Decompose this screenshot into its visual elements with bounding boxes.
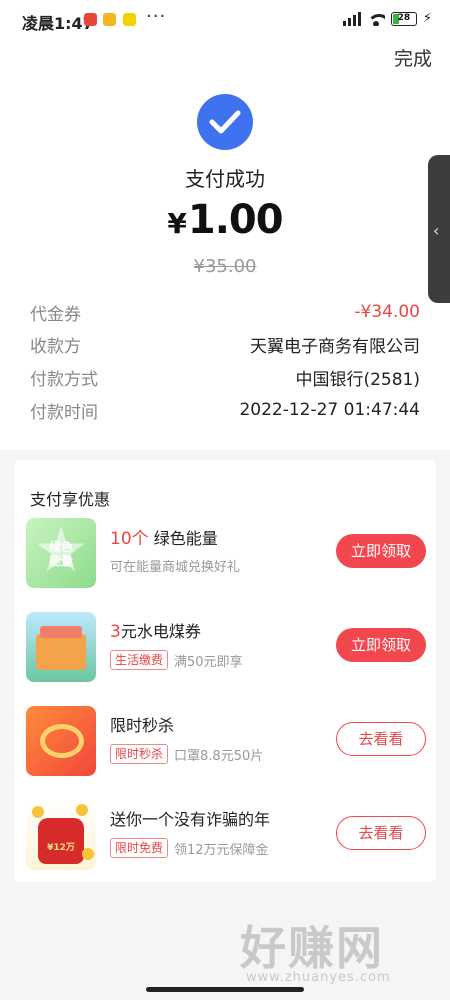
watermark-logo: 好赚网 www.zhuanyes.com: [240, 912, 440, 992]
offer-tag: 生活缴费: [110, 650, 169, 670]
coupon-box-thumbnail: [26, 612, 96, 682]
claim-button[interactable]: 立即领取: [336, 628, 426, 662]
status-bar: 凌晨1:47 ··· 28 ⚡: [0, 0, 450, 42]
offer-subtitle: 生活缴费 满50元即享: [110, 650, 243, 670]
app-notification-icon: [84, 13, 97, 26]
offer-highlight: 10个: [110, 529, 149, 549]
offer-title: 限时秒杀: [110, 712, 174, 736]
watermark-url: www.zhuanyes.com: [246, 970, 391, 985]
detail-value: 2022-12-27 01:47:44: [239, 400, 420, 420]
detail-row-method: 付款方式 中国银行(2581): [30, 364, 420, 390]
offer-title: 送你一个没有诈骗的年: [110, 806, 270, 830]
offer-subtitle: 限时秒杀 口罩8.8元50片: [110, 744, 263, 764]
green-energy-thumbnail: 绿色 能量: [26, 518, 96, 588]
detail-value: -¥34.00: [354, 302, 420, 322]
original-amount: ¥35.00: [193, 256, 257, 277]
offer-title-text: 限时秒杀: [110, 716, 175, 735]
more-notifications-icon: ···: [146, 6, 167, 27]
app-notification-icon: [103, 13, 116, 26]
view-button[interactable]: 去看看: [336, 816, 426, 850]
offer-title: 10个 绿色能量: [110, 524, 218, 549]
offer-highlight: 3: [110, 622, 121, 642]
detail-row-voucher: 代金券 -¥34.00: [30, 299, 420, 325]
detail-value: 中国银行(2581): [295, 369, 420, 390]
detail-label: 代金券: [30, 304, 81, 325]
battery-icon: 28: [390, 11, 417, 26]
success-check-icon: [197, 94, 253, 150]
thumbnail-label: ¥12万: [47, 843, 75, 853]
detail-value: 天翼电子商务有限公司: [250, 336, 420, 357]
signal-icon: [342, 11, 361, 26]
chevron-left-icon: ‹: [433, 221, 440, 240]
offer-title-text: 元水电煤券: [120, 622, 201, 641]
offer-title-text: 绿色能量: [153, 529, 218, 548]
thumbnail-label: 绿色 能量: [48, 540, 73, 568]
offer-title-text: 送你一个没有诈骗的年: [110, 810, 271, 829]
amount-value: 1.00: [187, 197, 284, 243]
offer-item-green-energy: 绿色 能量 10个 绿色能量 可在能量商城兑换好礼 立即领取: [26, 518, 426, 590]
detail-row-payee: 收款方 天翼电子商务有限公司: [30, 331, 420, 357]
benefits-title: 支付享优惠: [30, 490, 111, 509]
view-button[interactable]: 去看看: [336, 722, 426, 756]
currency-symbol: ¥: [167, 207, 187, 240]
payment-status: 支付成功: [185, 167, 265, 191]
paid-amount: ¥1.00: [0, 197, 450, 243]
offer-title: 3元水电煤券: [110, 618, 201, 642]
watermark-text: 好赚网: [240, 921, 384, 975]
detail-label: 收款方: [30, 336, 81, 357]
detail-label: 付款方式: [30, 369, 98, 390]
flash-sale-thumbnail: [26, 706, 96, 776]
benefits-card: 支付享优惠 绿色 能量 10个 绿色能量 可在能量商城兑换好礼 立即领取 3元水…: [14, 460, 436, 882]
wifi-icon: [366, 12, 385, 26]
claim-button[interactable]: 立即领取: [336, 534, 426, 568]
detail-label: 付款时间: [30, 402, 98, 423]
done-button[interactable]: 完成: [394, 44, 432, 71]
offer-subtitle: 可在能量商城兑换好礼: [110, 560, 241, 575]
detail-row-time: 付款时间 2022-12-27 01:47:44: [30, 397, 420, 423]
home-indicator[interactable]: [146, 987, 304, 992]
offer-tag: 限时免费: [110, 838, 169, 858]
charging-icon: ⚡: [422, 11, 432, 26]
offer-item-utility-coupon: 3元水电煤券 生活缴费 满50元即享 立即领取: [26, 612, 426, 684]
offer-item-anti-fraud: ¥12万 送你一个没有诈骗的年 限时免费 领12万元保障金 去看看: [26, 800, 426, 872]
offer-item-flash-sale: 限时秒杀 限时秒杀 口罩8.8元50片 去看看: [26, 706, 426, 778]
battery-level: 28: [397, 12, 411, 23]
offer-subtitle: 限时免费 领12万元保障金: [110, 838, 269, 858]
red-envelope-thumbnail: ¥12万: [26, 800, 96, 870]
side-panel-handle[interactable]: ‹: [428, 155, 450, 303]
app-notification-icon: [123, 13, 136, 26]
offer-tag: 限时秒杀: [110, 744, 169, 764]
